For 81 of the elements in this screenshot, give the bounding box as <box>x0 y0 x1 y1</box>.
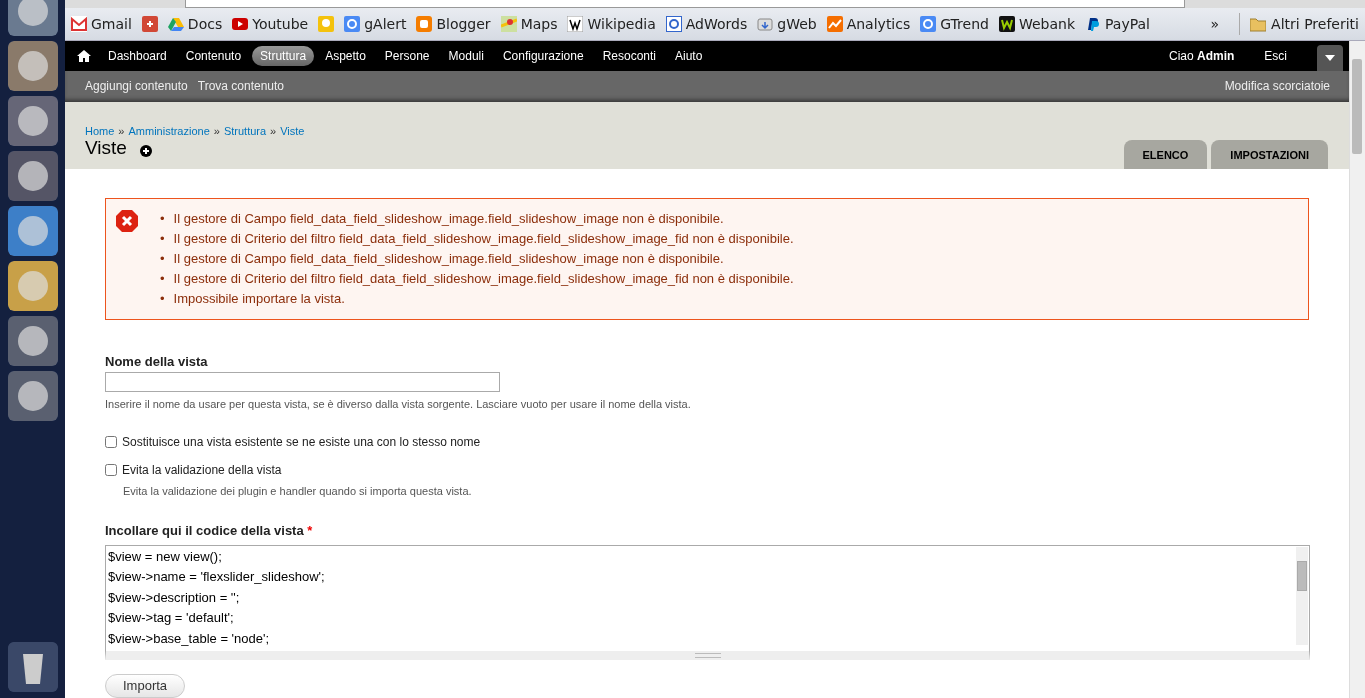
caret-icon <box>1325 55 1335 61</box>
list-bullet: • <box>160 270 165 288</box>
code-textarea[interactable]: $view = new view(); $view->name = 'flexslider_slideshow'; $view->description = ''; $view->tag = 'default'; $view->base_table = 'node'; <box>105 545 1310 660</box>
breadcrumb-link[interactable]: Viste <box>280 124 305 137</box>
triangle-icon <box>167 16 184 32</box>
tab[interactable]: IMPOSTAZIONI <box>1211 140 1328 169</box>
list-bullet: • <box>160 290 165 308</box>
bookmark-link[interactable]: GTrend <box>920 16 989 32</box>
toolbar-link[interactable]: Resoconti <box>594 46 664 66</box>
bookmark-link[interactable]: Docs <box>167 16 223 32</box>
breadcrumb-separator: » <box>118 124 125 137</box>
resize-grip[interactable] <box>695 653 721 658</box>
error-message: Il gestore di Campo field_data_field_slideshow_image.field_slideshow_image non è disponibile. <box>173 210 724 228</box>
bookmark-link[interactable]: PayPal <box>1085 16 1150 32</box>
field-description: Inserire il nome da usare per questa vista, se è diverso dalla vista sorgente. Lasciare vuoto per usare il nome della vista. <box>105 398 692 410</box>
toolbar-link[interactable]: Aspetto <box>317 46 374 66</box>
tab[interactable]: ELENCO <box>1123 140 1208 169</box>
error-message: Il gestore di Criterio del filtro field_data_field_slideshow_image.field_slideshow_image_fid non è disponibile. <box>173 270 794 288</box>
field-label: Incollare qui il codice della vista <box>105 523 304 538</box>
shortcut-link[interactable]: Aggiungi contenuto <box>85 79 188 94</box>
toolbar-link[interactable]: Aiuto <box>667 46 711 66</box>
greeting-text: Ciao Admin <box>1168 49 1235 63</box>
home-icon[interactable] <box>77 49 91 63</box>
bookmark-link[interactable]: Youtube <box>232 16 309 32</box>
error-icon <box>115 209 139 233</box>
toolbar-link[interactable]: Persone <box>376 46 438 66</box>
mail-icon <box>71 16 87 32</box>
field-description: Evita la validazione dei plugin e handler quando si importa questa vista. <box>123 485 473 497</box>
error-message: Il gestore di Criterio del filtro field_data_field_slideshow_image.field_slideshow_image_fid non è disponibile. <box>173 230 794 248</box>
required-mark: * <box>307 523 313 538</box>
bookmark-link[interactable]: Analytics <box>826 16 911 32</box>
address-bar[interactable] <box>185 0 1185 8</box>
textarea-scrollbar[interactable] <box>1296 547 1308 645</box>
breadcrumb-separator: » <box>213 124 220 137</box>
toolbar-link[interactable]: Configurazione <box>494 46 592 66</box>
bookmark-link[interactable]: Wikipedia <box>567 16 656 32</box>
folder-icon <box>1250 16 1267 32</box>
edit-shortcuts-link[interactable]: Modifica scorciatoie <box>1224 79 1330 94</box>
plus-icon[interactable] <box>141 16 158 32</box>
toolbar-link[interactable]: Moduli <box>440 46 492 66</box>
page-scrollbar[interactable] <box>1349 41 1365 698</box>
paypal-icon <box>1085 16 1101 32</box>
bookmark-link[interactable]: Gmail <box>71 16 132 32</box>
shortcut-link[interactable]: Trova contenuto <box>197 79 285 94</box>
chart-icon <box>826 16 843 32</box>
error-message: Il gestore di Campo field_data_field_slideshow_image.field_slideshow_image non è disponibile. <box>173 250 724 268</box>
list-bullet: • <box>160 210 165 228</box>
import-button[interactable]: Importa <box>105 674 186 698</box>
trash-icon[interactable] <box>7 642 58 692</box>
breadcrumb-link[interactable]: Struttura <box>223 124 267 137</box>
breadcrumb-link[interactable]: Home <box>85 124 115 137</box>
breadcrumb-link[interactable]: Amministrazione <box>128 124 210 137</box>
map-icon <box>500 16 517 32</box>
error-message: Impossibile importare la vista. <box>173 290 345 308</box>
bookmark-link[interactable]: Blogger <box>416 16 491 32</box>
drawer-toggle-button[interactable] <box>1317 45 1343 71</box>
breadcrumb-separator: » <box>270 124 277 137</box>
list-bullet: • <box>160 250 165 268</box>
more-bookmarks-button[interactable]: » <box>1200 16 1230 32</box>
bookmark-link[interactable]: Maps <box>500 16 558 32</box>
add-icon[interactable] <box>139 145 152 157</box>
bookmark-link[interactable]: gWeb <box>757 16 817 32</box>
toolbar-link[interactable]: Dashboard <box>100 46 175 66</box>
checkbox[interactable] <box>105 464 117 476</box>
toolbar-link[interactable]: Struttura <box>252 46 315 66</box>
toolbar-link[interactable]: Contenuto <box>177 46 250 66</box>
bookmark-folder[interactable]: Altri Preferiti <box>1250 16 1365 32</box>
checkbox-label[interactable]: Sostituisce una vista esistente se ne esiste una con lo stesso nome <box>122 435 481 449</box>
bookmark-link[interactable]: gAlert <box>344 16 407 32</box>
checkbox-label[interactable]: Evita la validazione della vista <box>122 463 282 477</box>
download-icon <box>757 16 774 32</box>
name-input-field[interactable] <box>105 372 500 392</box>
bookmark-link[interactable]: AdWords <box>665 16 748 32</box>
list-bullet: • <box>160 230 165 248</box>
play-icon <box>232 16 249 32</box>
page-title: Viste <box>85 137 127 159</box>
field-label: Nome della vista <box>105 354 209 369</box>
checkbox[interactable] <box>105 436 117 448</box>
square-icon <box>416 16 433 32</box>
bookmark-link[interactable]: Webank <box>998 16 1075 32</box>
logout-link[interactable]: Esci <box>1256 46 1295 66</box>
